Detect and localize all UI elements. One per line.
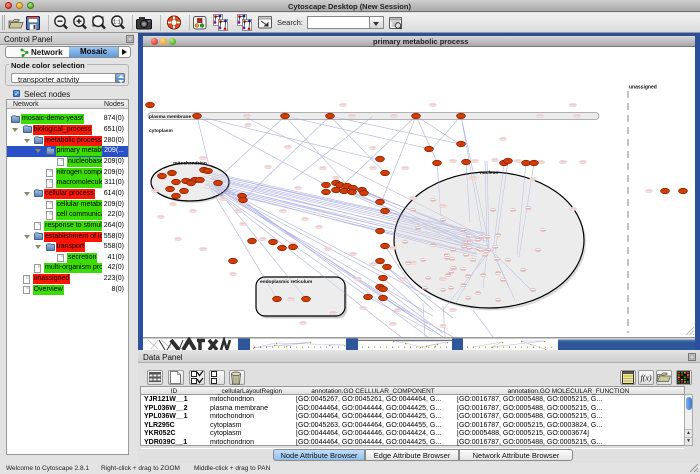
svg-text:nucleus: nucleus <box>480 170 498 176</box>
svg-text:1:1: 1:1 <box>113 19 121 25</box>
svg-text:endoplasmic reticulum: endoplasmic reticulum <box>260 279 312 285</box>
svg-text:plasma membrane: plasma membrane <box>149 114 191 120</box>
svg-text:cytoplasm: cytoplasm <box>149 128 173 134</box>
svg-text:unassigned: unassigned <box>629 85 657 91</box>
svg-text:f(x): f(x) <box>640 374 651 383</box>
svg-text:mitochondrion: mitochondrion <box>173 161 207 167</box>
